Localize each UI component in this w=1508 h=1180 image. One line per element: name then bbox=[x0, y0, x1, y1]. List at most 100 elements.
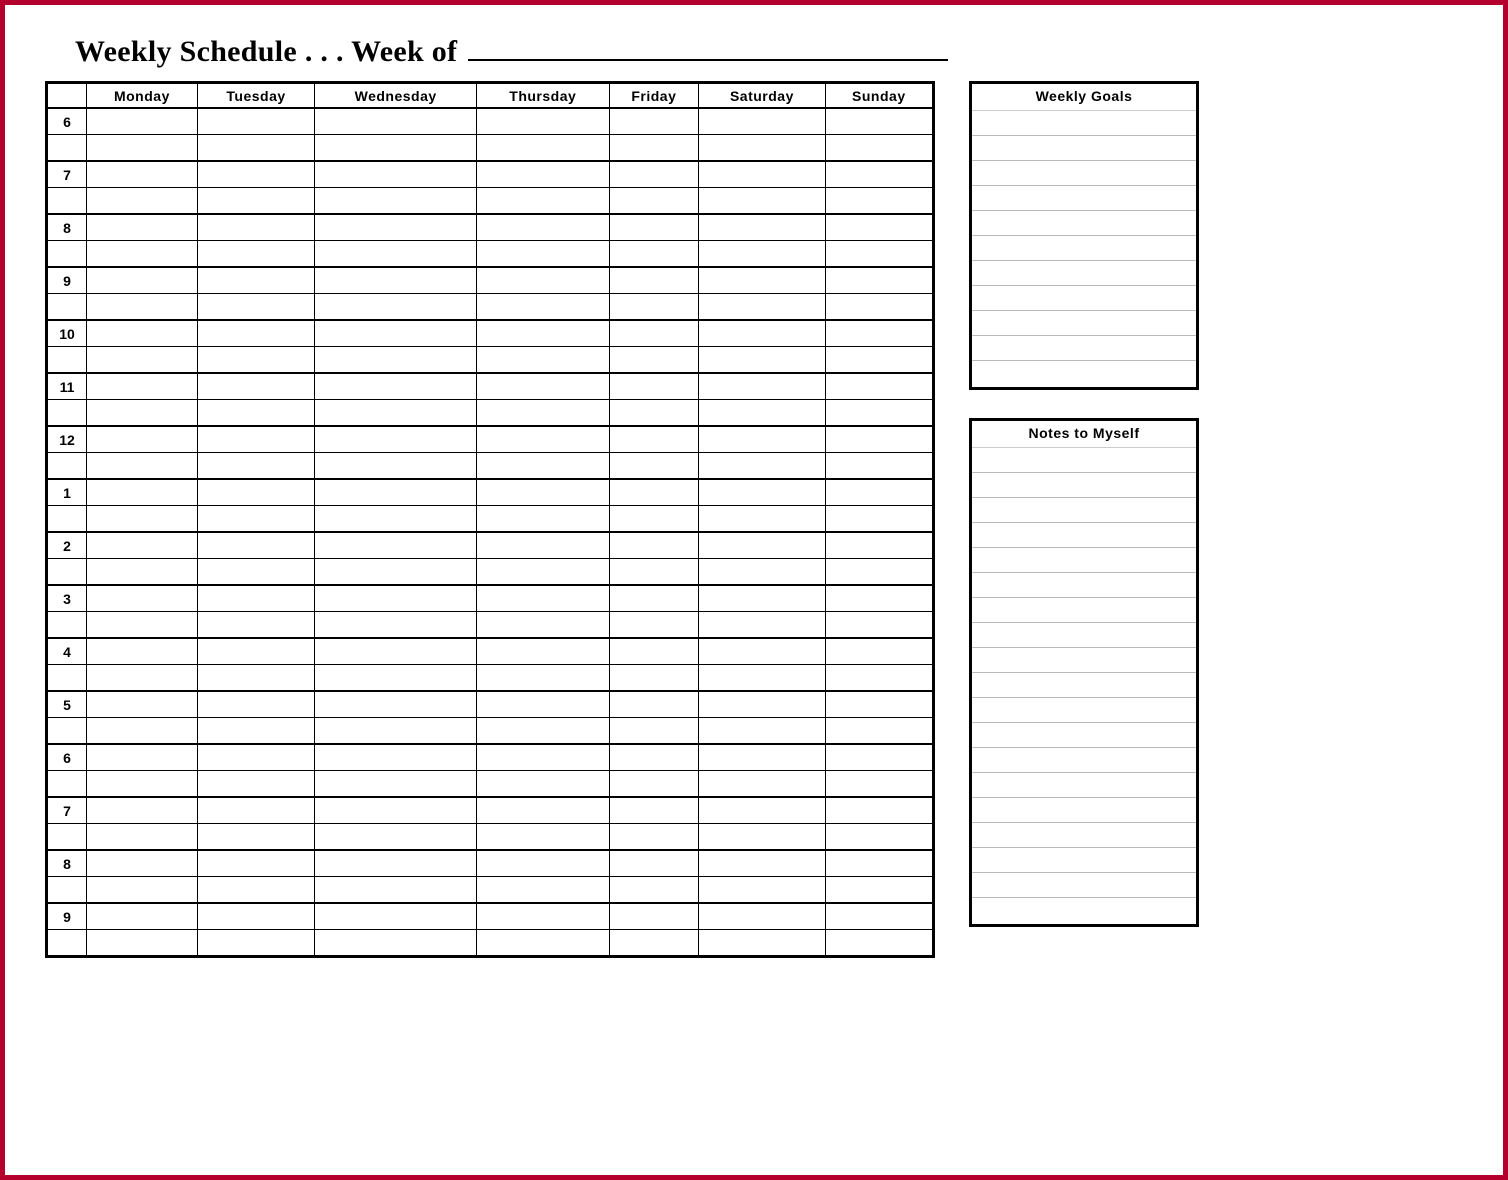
schedule-cell[interactable] bbox=[609, 877, 699, 904]
schedule-cell[interactable] bbox=[87, 930, 198, 957]
schedule-cell[interactable] bbox=[315, 638, 477, 665]
schedule-cell[interactable] bbox=[699, 320, 825, 347]
schedule-cell[interactable] bbox=[699, 532, 825, 559]
schedule-cell[interactable] bbox=[197, 824, 314, 851]
schedule-cell[interactable] bbox=[825, 930, 933, 957]
schedule-cell[interactable] bbox=[477, 718, 610, 745]
schedule-cell[interactable] bbox=[477, 506, 610, 533]
weekly-goals-line[interactable] bbox=[972, 286, 1196, 311]
schedule-cell[interactable] bbox=[609, 771, 699, 798]
schedule-cell[interactable] bbox=[609, 665, 699, 692]
weekly-goals-line[interactable] bbox=[972, 111, 1196, 136]
schedule-cell[interactable] bbox=[87, 718, 198, 745]
schedule-cell[interactable] bbox=[825, 744, 933, 771]
schedule-cell[interactable] bbox=[87, 320, 198, 347]
schedule-cell[interactable] bbox=[87, 241, 198, 268]
schedule-cell[interactable] bbox=[699, 612, 825, 639]
schedule-cell[interactable] bbox=[825, 241, 933, 268]
schedule-cell[interactable] bbox=[699, 373, 825, 400]
schedule-cell[interactable] bbox=[825, 267, 933, 294]
schedule-cell[interactable] bbox=[477, 294, 610, 321]
schedule-cell[interactable] bbox=[609, 161, 699, 188]
schedule-cell[interactable] bbox=[197, 267, 314, 294]
notes-line[interactable] bbox=[972, 773, 1196, 798]
weekly-goals-lines[interactable] bbox=[972, 111, 1196, 387]
schedule-cell[interactable] bbox=[87, 532, 198, 559]
schedule-cell[interactable] bbox=[315, 771, 477, 798]
schedule-cell[interactable] bbox=[197, 400, 314, 427]
schedule-cell[interactable] bbox=[699, 850, 825, 877]
weekly-goals-line[interactable] bbox=[972, 361, 1196, 385]
schedule-cell[interactable] bbox=[477, 161, 610, 188]
schedule-cell[interactable] bbox=[699, 691, 825, 718]
schedule-cell[interactable] bbox=[315, 108, 477, 135]
schedule-cell[interactable] bbox=[315, 585, 477, 612]
schedule-cell[interactable] bbox=[315, 612, 477, 639]
schedule-cell[interactable] bbox=[825, 373, 933, 400]
schedule-cell[interactable] bbox=[609, 691, 699, 718]
schedule-cell[interactable] bbox=[315, 744, 477, 771]
schedule-cell[interactable] bbox=[477, 850, 610, 877]
schedule-cell[interactable] bbox=[197, 612, 314, 639]
schedule-cell[interactable] bbox=[87, 903, 198, 930]
schedule-cell[interactable] bbox=[87, 559, 198, 586]
schedule-cell[interactable] bbox=[699, 903, 825, 930]
weekly-goals-line[interactable] bbox=[972, 136, 1196, 161]
schedule-cell[interactable] bbox=[699, 665, 825, 692]
schedule-cell[interactable] bbox=[825, 453, 933, 480]
schedule-cell[interactable] bbox=[197, 320, 314, 347]
notes-line[interactable] bbox=[972, 648, 1196, 673]
notes-line[interactable] bbox=[972, 873, 1196, 898]
schedule-cell[interactable] bbox=[477, 320, 610, 347]
schedule-cell[interactable] bbox=[197, 188, 314, 215]
schedule-cell[interactable] bbox=[87, 267, 198, 294]
schedule-cell[interactable] bbox=[699, 453, 825, 480]
schedule-cell[interactable] bbox=[477, 638, 610, 665]
schedule-cell[interactable] bbox=[197, 559, 314, 586]
schedule-cell[interactable] bbox=[699, 638, 825, 665]
schedule-cell[interactable] bbox=[87, 373, 198, 400]
schedule-cell[interactable] bbox=[315, 188, 477, 215]
schedule-cell[interactable] bbox=[197, 214, 314, 241]
schedule-cell[interactable] bbox=[477, 532, 610, 559]
schedule-cell[interactable] bbox=[315, 453, 477, 480]
schedule-cell[interactable] bbox=[87, 188, 198, 215]
schedule-cell[interactable] bbox=[609, 347, 699, 374]
schedule-cell[interactable] bbox=[87, 797, 198, 824]
schedule-cell[interactable] bbox=[609, 797, 699, 824]
schedule-cell[interactable] bbox=[477, 877, 610, 904]
schedule-cell[interactable] bbox=[87, 135, 198, 162]
schedule-cell[interactable] bbox=[315, 532, 477, 559]
schedule-cell[interactable] bbox=[87, 850, 198, 877]
schedule-cell[interactable] bbox=[609, 135, 699, 162]
notes-line[interactable] bbox=[972, 898, 1196, 922]
schedule-cell[interactable] bbox=[315, 267, 477, 294]
schedule-cell[interactable] bbox=[87, 347, 198, 374]
schedule-cell[interactable] bbox=[315, 214, 477, 241]
schedule-cell[interactable] bbox=[477, 824, 610, 851]
schedule-cell[interactable] bbox=[609, 267, 699, 294]
schedule-cell[interactable] bbox=[477, 930, 610, 957]
schedule-cell[interactable] bbox=[609, 532, 699, 559]
schedule-cell[interactable] bbox=[197, 718, 314, 745]
schedule-cell[interactable] bbox=[699, 877, 825, 904]
schedule-cell[interactable] bbox=[609, 188, 699, 215]
schedule-cell[interactable] bbox=[699, 559, 825, 586]
schedule-cell[interactable] bbox=[197, 771, 314, 798]
schedule-cell[interactable] bbox=[197, 850, 314, 877]
schedule-cell[interactable] bbox=[87, 294, 198, 321]
schedule-cell[interactable] bbox=[699, 400, 825, 427]
schedule-cell[interactable] bbox=[609, 214, 699, 241]
schedule-cell[interactable] bbox=[197, 294, 314, 321]
schedule-cell[interactable] bbox=[315, 691, 477, 718]
schedule-cell[interactable] bbox=[477, 585, 610, 612]
schedule-cell[interactable] bbox=[609, 373, 699, 400]
schedule-cell[interactable] bbox=[477, 665, 610, 692]
schedule-cell[interactable] bbox=[315, 400, 477, 427]
notes-line[interactable] bbox=[972, 448, 1196, 473]
schedule-cell[interactable] bbox=[699, 267, 825, 294]
schedule-cell[interactable] bbox=[197, 532, 314, 559]
schedule-cell[interactable] bbox=[315, 135, 477, 162]
schedule-cell[interactable] bbox=[699, 585, 825, 612]
schedule-cell[interactable] bbox=[87, 612, 198, 639]
